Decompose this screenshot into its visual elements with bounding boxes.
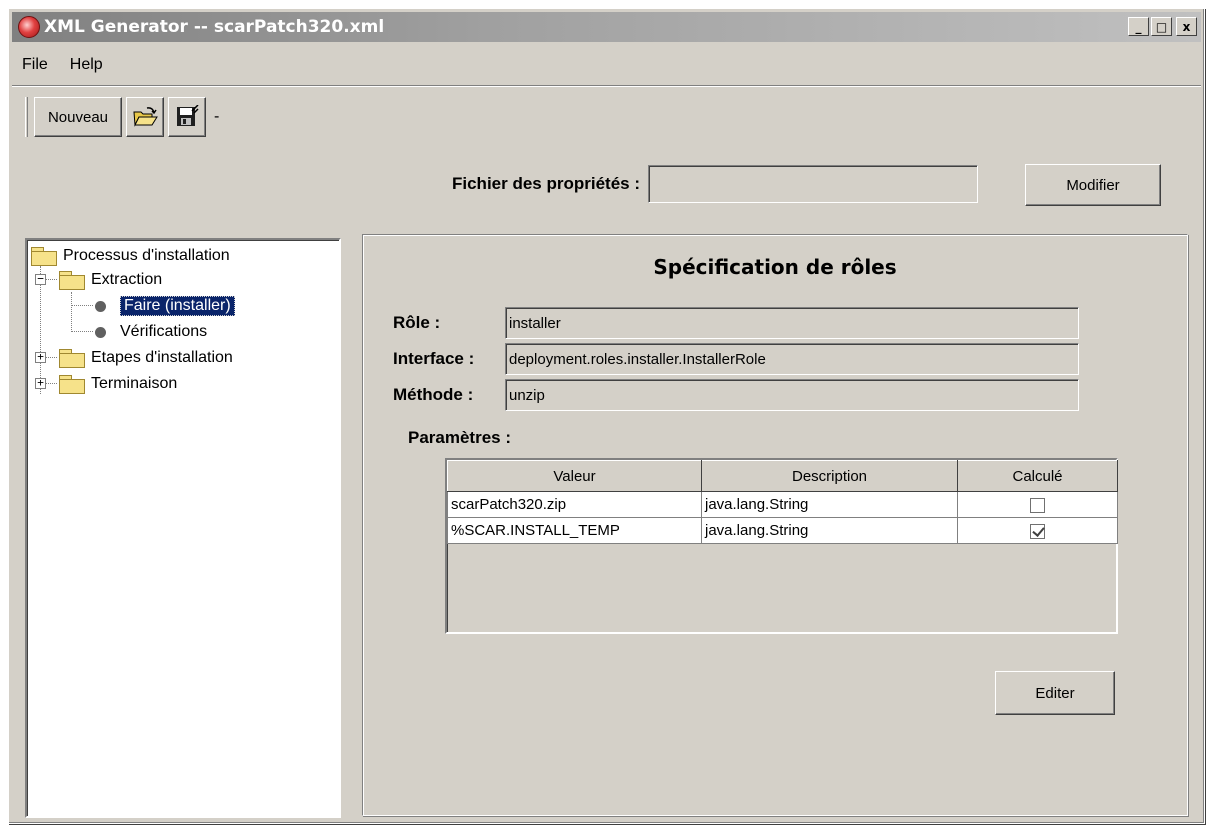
minimize-icon: _: [1135, 19, 1142, 34]
cell-valeur[interactable]: scarPatch320.zip: [447, 491, 702, 518]
modify-button-label: Modifier: [1066, 176, 1120, 194]
folder-icon: [59, 349, 85, 368]
maximize-button[interactable]: □: [1151, 17, 1172, 36]
toolbar-separator-text: -: [214, 108, 220, 125]
save-button[interactable]: [168, 97, 206, 137]
cell-description[interactable]: java.lang.String: [701, 517, 958, 544]
toolbar: Nouveau -: [25, 93, 219, 141]
folder-icon: [59, 271, 85, 290]
role-label: Rôle :: [393, 313, 441, 332]
parameters-label: Paramètres :: [408, 428, 512, 447]
column-header-description[interactable]: Description: [701, 460, 958, 492]
interface-row: Interface : deployment.roles.installer.I…: [393, 343, 1079, 375]
save-disk-icon: [177, 105, 199, 126]
leaf-bullet-icon: [95, 300, 106, 312]
leaf-bullet-icon: [95, 326, 106, 338]
table-row[interactable]: scarPatch320.zip java.lang.String: [447, 491, 1118, 518]
interface-label: Interface :: [393, 349, 475, 368]
title-bar[interactable]: XML Generator -- scarPatch320.xml _ □ x: [12, 12, 1201, 42]
close-button[interactable]: x: [1176, 17, 1197, 36]
edit-button-label: Editer: [1035, 684, 1075, 702]
tree-node-verifications-label: Vérifications: [120, 323, 208, 340]
cell-calcule[interactable]: [957, 491, 1118, 518]
tree-node-extraction-label: Extraction: [91, 271, 163, 288]
cell-calcule[interactable]: [957, 517, 1118, 544]
tree-node-extraction[interactable]: Extraction: [59, 268, 162, 292]
parameters-table[interactable]: Valeur Description Calculé scarPatch320.…: [445, 458, 1118, 634]
maximize-icon: □: [1155, 19, 1168, 34]
tree-node-root-label: Processus d'installation: [63, 247, 230, 264]
cell-valeur[interactable]: %SCAR.INSTALL_TEMP: [447, 517, 702, 544]
panel-title: Spécification de rôles: [653, 255, 897, 279]
window-controls: _ □ x: [1128, 17, 1197, 36]
tree-node-root[interactable]: Processus d'installation: [31, 244, 230, 268]
minimize-button[interactable]: _: [1128, 17, 1149, 36]
expand-icon[interactable]: +: [35, 351, 46, 363]
new-button[interactable]: Nouveau: [34, 97, 122, 137]
calcule-checkbox[interactable]: [1030, 497, 1045, 513]
role-field[interactable]: installer: [505, 307, 1079, 339]
table-header-row: Valeur Description Calculé: [447, 460, 1118, 492]
properties-file-input[interactable]: [648, 165, 978, 203]
app-window: XML Generator -- scarPatch320.xml _ □ x …: [8, 8, 1205, 824]
properties-file-label: Fichier des propriétés :: [452, 174, 640, 193]
method-field[interactable]: unzip: [505, 379, 1079, 411]
column-header-calcule[interactable]: Calculé: [957, 460, 1118, 492]
toolbar-grip[interactable]: [25, 97, 28, 137]
modify-button[interactable]: Modifier: [1025, 164, 1161, 206]
tree-node-terminaison-label: Terminaison: [91, 375, 178, 392]
folder-icon: [31, 247, 57, 266]
window-title: XML Generator -- scarPatch320.xml: [44, 17, 385, 37]
menu-bar: File Help: [12, 44, 1201, 86]
folder-icon: [59, 375, 85, 394]
role-specification-panel: Spécification de rôles Rôle : installer …: [362, 234, 1188, 816]
tree-node-faire[interactable]: Faire (installer): [95, 294, 235, 318]
column-header-valeur[interactable]: Valeur: [447, 460, 702, 492]
tree-node-terminaison[interactable]: Terminaison: [59, 372, 177, 396]
collapse-icon[interactable]: −: [35, 273, 46, 285]
interface-field[interactable]: deployment.roles.installer.InstallerRole: [505, 343, 1079, 375]
expand-icon[interactable]: +: [35, 377, 46, 389]
cell-description[interactable]: java.lang.String: [701, 491, 958, 518]
tree-node-etapes-label: Etapes d'installation: [91, 349, 233, 366]
process-tree[interactable]: Processus d'installation − Extraction Fa…: [25, 238, 341, 818]
menu-file[interactable]: File: [18, 54, 52, 76]
app-icon: [18, 16, 40, 38]
tree-node-verifications[interactable]: Vérifications: [95, 320, 207, 344]
open-folder-icon: [133, 107, 158, 127]
close-icon: x: [1182, 19, 1191, 34]
table-row[interactable]: %SCAR.INSTALL_TEMP java.lang.String: [447, 517, 1118, 544]
method-label: Méthode :: [393, 385, 474, 404]
tree-node-etapes[interactable]: Etapes d'installation: [59, 346, 233, 370]
open-button[interactable]: [126, 97, 164, 137]
edit-button[interactable]: Editer: [995, 671, 1115, 715]
tree-node-faire-label: Faire (installer): [120, 296, 235, 316]
new-button-label: Nouveau: [47, 108, 109, 126]
properties-file-row: Fichier des propriétés :: [452, 164, 978, 204]
menu-help[interactable]: Help: [66, 54, 107, 76]
calcule-checkbox[interactable]: [1030, 523, 1045, 539]
method-row: Méthode : unzip: [393, 379, 1079, 411]
role-row: Rôle : installer: [393, 307, 1079, 339]
